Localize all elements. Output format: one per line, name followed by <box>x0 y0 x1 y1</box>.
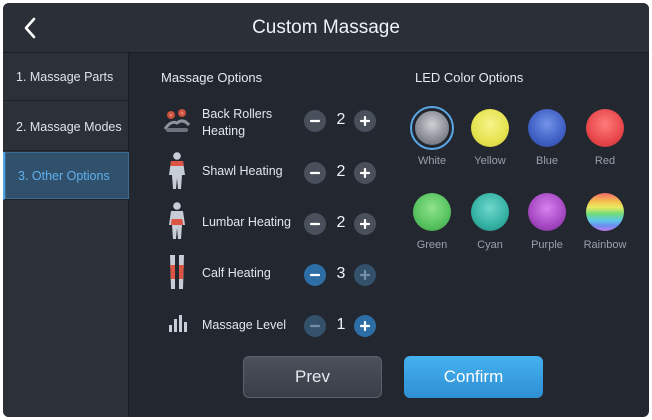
app-screen: Custom Massage 1. Massage Parts 2. Massa… <box>3 3 649 417</box>
sidebar-item-other-options[interactable]: 3. Other Options <box>3 152 129 200</box>
increase-button[interactable] <box>354 162 376 184</box>
decrease-button[interactable] <box>304 110 326 132</box>
calf-legs-icon <box>162 253 192 293</box>
increase-button[interactable] <box>354 213 376 235</box>
color-swatch-blue[interactable] <box>528 109 566 147</box>
sidebar: 1. Massage Parts 2. Massage Modes 3. Oth… <box>3 53 129 417</box>
color-label-rainbow: Rainbow <box>583 239 627 251</box>
color-label-purple: Purple <box>531 239 563 251</box>
led-color-options-heading: LED Color Options <box>415 70 524 85</box>
color-label-green: Green <box>416 239 448 251</box>
option-row-shawl-heating: Shawl Heating 2 <box>158 151 388 191</box>
option-row-calf-heating: Calf Heating 3 <box>158 253 388 293</box>
color-swatch-purple[interactable] <box>528 193 566 231</box>
color-swatch-rainbow[interactable] <box>586 193 624 231</box>
sidebar-item-massage-modes[interactable]: 2. Massage Modes <box>3 103 129 151</box>
stepper-value: 2 <box>336 214 346 231</box>
option-label: Back Rollers Heating <box>202 107 273 138</box>
increase-button[interactable] <box>354 110 376 132</box>
decrease-button[interactable] <box>304 213 326 235</box>
level-bars-icon <box>162 303 192 343</box>
stepper-value: 2 <box>336 163 346 180</box>
plus-icon <box>360 270 370 280</box>
color-label-yellow: Yellow <box>474 155 506 167</box>
sidebar-item-massage-parts[interactable]: 1. Massage Parts <box>3 53 129 101</box>
plus-icon <box>360 116 370 126</box>
header-bar: Custom Massage <box>3 3 649 53</box>
color-label-white: White <box>417 155 447 167</box>
page-title: Custom Massage <box>252 17 400 38</box>
minus-icon <box>310 273 320 277</box>
option-label: Lumbar Heating <box>202 215 291 229</box>
stepper-value: 3 <box>336 265 346 282</box>
shawl-body-icon <box>162 151 192 191</box>
color-swatch-cyan[interactable] <box>471 193 509 231</box>
plus-icon <box>360 219 370 229</box>
option-label: Calf Heating <box>202 266 271 280</box>
color-label-red: Red <box>594 155 616 167</box>
option-label: Massage Level <box>202 318 287 332</box>
plus-icon <box>360 168 370 178</box>
prev-button[interactable]: Prev <box>243 356 382 398</box>
option-label: Shawl Heating <box>202 164 283 178</box>
lumbar-body-icon <box>162 201 192 241</box>
confirm-button[interactable]: Confirm <box>404 356 543 398</box>
color-swatch-white[interactable] <box>413 109 451 147</box>
color-label-cyan: Cyan <box>477 239 503 251</box>
decrease-button[interactable] <box>304 162 326 184</box>
increase-button[interactable] <box>354 264 376 286</box>
decrease-button[interactable] <box>304 264 326 286</box>
decrease-button[interactable] <box>304 315 326 337</box>
color-swatch-yellow[interactable] <box>471 109 509 147</box>
minus-icon <box>310 222 320 226</box>
color-swatch-red[interactable] <box>586 109 624 147</box>
option-row-back-rollers-heating: Back Rollers Heating 2 <box>158 101 388 141</box>
option-row-lumbar-heating: Lumbar Heating 2 <box>158 201 388 241</box>
minus-icon <box>310 171 320 175</box>
massage-options-heading: Massage Options <box>161 70 263 85</box>
color-label-blue: Blue <box>535 155 559 167</box>
minus-icon <box>310 119 320 123</box>
plus-icon <box>360 321 370 331</box>
stepper-value: 2 <box>336 111 346 128</box>
minus-icon <box>310 324 320 328</box>
back-rollers-icon <box>162 101 192 141</box>
increase-button[interactable] <box>354 315 376 337</box>
option-row-massage-level: Massage Level 1 <box>158 303 388 343</box>
stepper-value: 1 <box>336 316 346 333</box>
color-swatch-green[interactable] <box>413 193 451 231</box>
